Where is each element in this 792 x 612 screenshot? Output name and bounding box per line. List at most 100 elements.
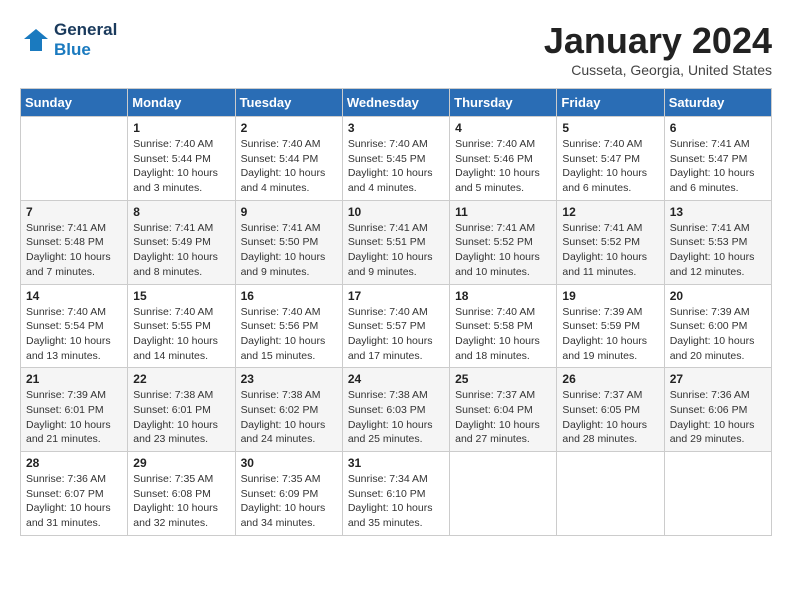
day-number: 19 xyxy=(562,289,658,303)
day-cell: 14 Sunrise: 7:40 AM Sunset: 5:54 PM Dayli… xyxy=(21,284,128,368)
page-header: General Blue January 2024 Cusseta, Georg… xyxy=(20,20,772,78)
day-info: Sunrise: 7:41 AM Sunset: 5:47 PM Dayligh… xyxy=(670,137,766,196)
day-cell: 29 Sunrise: 7:35 AM Sunset: 6:08 PM Dayli… xyxy=(128,452,235,536)
day-cell: 8Sunrise: 7:41 AM Sunset: 5:49 PM Daylig… xyxy=(128,200,235,284)
day-info: Sunrise: 7:39 AM Sunset: 6:00 PM Dayligh… xyxy=(670,305,766,364)
day-info: Sunrise: 7:40 AM Sunset: 5:57 PM Dayligh… xyxy=(348,305,444,364)
day-info: Sunrise: 7:40 AM Sunset: 5:55 PM Dayligh… xyxy=(133,305,229,364)
day-info: Sunrise: 7:38 AM Sunset: 6:03 PM Dayligh… xyxy=(348,388,444,447)
day-info: Sunrise: 7:41 AM Sunset: 5:48 PM Dayligh… xyxy=(26,221,122,280)
day-info: Sunrise: 7:40 AM Sunset: 5:56 PM Dayligh… xyxy=(241,305,337,364)
day-cell: 3 Sunrise: 7:40 AM Sunset: 5:45 PM Daylig… xyxy=(342,117,449,201)
day-number: 20 xyxy=(670,289,766,303)
day-info: Sunrise: 7:41 AM Sunset: 5:53 PM Dayligh… xyxy=(670,221,766,280)
day-info: Sunrise: 7:38 AM Sunset: 6:01 PM Dayligh… xyxy=(133,388,229,447)
day-number: 9 xyxy=(241,205,337,219)
week-row-1: 1 Sunrise: 7:40 AM Sunset: 5:44 PM Daylig… xyxy=(21,117,772,201)
day-cell: 9 Sunrise: 7:41 AM Sunset: 5:50 PM Daylig… xyxy=(235,200,342,284)
day-cell: 5Sunrise: 7:40 AM Sunset: 5:47 PM Daylig… xyxy=(557,117,664,201)
week-row-2: 7 Sunrise: 7:41 AM Sunset: 5:48 PM Daylig… xyxy=(21,200,772,284)
day-info: Sunrise: 7:41 AM Sunset: 5:49 PM Dayligh… xyxy=(133,221,229,280)
day-number: 3 xyxy=(348,121,444,135)
day-info: Sunrise: 7:40 AM Sunset: 5:47 PM Dayligh… xyxy=(562,137,658,196)
day-cell: 11 Sunrise: 7:41 AM Sunset: 5:52 PM Dayli… xyxy=(450,200,557,284)
day-number: 7 xyxy=(26,205,122,219)
header-thursday: Thursday xyxy=(450,89,557,117)
logo-icon xyxy=(20,25,50,55)
day-number: 1 xyxy=(133,121,229,135)
day-cell: 7 Sunrise: 7:41 AM Sunset: 5:48 PM Daylig… xyxy=(21,200,128,284)
day-cell: 28 Sunrise: 7:36 AM Sunset: 6:07 PM Dayli… xyxy=(21,452,128,536)
week-row-5: 28 Sunrise: 7:36 AM Sunset: 6:07 PM Dayli… xyxy=(21,452,772,536)
day-number: 24 xyxy=(348,372,444,386)
day-cell xyxy=(664,452,771,536)
day-info: Sunrise: 7:40 AM Sunset: 5:45 PM Dayligh… xyxy=(348,137,444,196)
day-info: Sunrise: 7:36 AM Sunset: 6:06 PM Dayligh… xyxy=(670,388,766,447)
header-tuesday: Tuesday xyxy=(235,89,342,117)
day-info: Sunrise: 7:37 AM Sunset: 6:04 PM Dayligh… xyxy=(455,388,551,447)
day-number: 18 xyxy=(455,289,551,303)
day-number: 16 xyxy=(241,289,337,303)
day-info: Sunrise: 7:37 AM Sunset: 6:05 PM Dayligh… xyxy=(562,388,658,447)
day-info: Sunrise: 7:40 AM Sunset: 5:44 PM Dayligh… xyxy=(133,137,229,196)
day-number: 4 xyxy=(455,121,551,135)
day-cell: 16 Sunrise: 7:40 AM Sunset: 5:56 PM Dayli… xyxy=(235,284,342,368)
day-info: Sunrise: 7:40 AM Sunset: 5:58 PM Dayligh… xyxy=(455,305,551,364)
day-info: Sunrise: 7:40 AM Sunset: 5:44 PM Dayligh… xyxy=(241,137,337,196)
day-number: 2 xyxy=(241,121,337,135)
calendar-header-row: SundayMondayTuesdayWednesdayThursdayFrid… xyxy=(21,89,772,117)
day-number: 25 xyxy=(455,372,551,386)
day-cell: 25 Sunrise: 7:37 AM Sunset: 6:04 PM Dayli… xyxy=(450,368,557,452)
day-number: 22 xyxy=(133,372,229,386)
location-subtitle: Cusseta, Georgia, United States xyxy=(544,62,772,78)
day-number: 27 xyxy=(670,372,766,386)
day-info: Sunrise: 7:39 AM Sunset: 5:59 PM Dayligh… xyxy=(562,305,658,364)
day-info: Sunrise: 7:41 AM Sunset: 5:52 PM Dayligh… xyxy=(562,221,658,280)
day-cell xyxy=(557,452,664,536)
day-number: 21 xyxy=(26,372,122,386)
day-number: 11 xyxy=(455,205,551,219)
logo-text: General Blue xyxy=(54,20,117,60)
week-row-3: 14 Sunrise: 7:40 AM Sunset: 5:54 PM Dayli… xyxy=(21,284,772,368)
day-cell: 27 Sunrise: 7:36 AM Sunset: 6:06 PM Dayli… xyxy=(664,368,771,452)
day-cell: 21 Sunrise: 7:39 AM Sunset: 6:01 PM Dayli… xyxy=(21,368,128,452)
day-info: Sunrise: 7:39 AM Sunset: 6:01 PM Dayligh… xyxy=(26,388,122,447)
day-info: Sunrise: 7:35 AM Sunset: 6:08 PM Dayligh… xyxy=(133,472,229,531)
week-row-4: 21 Sunrise: 7:39 AM Sunset: 6:01 PM Dayli… xyxy=(21,368,772,452)
header-saturday: Saturday xyxy=(664,89,771,117)
day-number: 14 xyxy=(26,289,122,303)
day-cell: 12Sunrise: 7:41 AM Sunset: 5:52 PM Dayli… xyxy=(557,200,664,284)
day-cell: 6 Sunrise: 7:41 AM Sunset: 5:47 PM Daylig… xyxy=(664,117,771,201)
day-cell: 30 Sunrise: 7:35 AM Sunset: 6:09 PM Dayli… xyxy=(235,452,342,536)
day-number: 6 xyxy=(670,121,766,135)
day-number: 17 xyxy=(348,289,444,303)
calendar-table: SundayMondayTuesdayWednesdayThursdayFrid… xyxy=(20,88,772,536)
day-info: Sunrise: 7:41 AM Sunset: 5:51 PM Dayligh… xyxy=(348,221,444,280)
day-number: 28 xyxy=(26,456,122,470)
day-info: Sunrise: 7:36 AM Sunset: 6:07 PM Dayligh… xyxy=(26,472,122,531)
header-friday: Friday xyxy=(557,89,664,117)
day-info: Sunrise: 7:41 AM Sunset: 5:52 PM Dayligh… xyxy=(455,221,551,280)
header-wednesday: Wednesday xyxy=(342,89,449,117)
day-cell: 10 Sunrise: 7:41 AM Sunset: 5:51 PM Dayli… xyxy=(342,200,449,284)
day-number: 29 xyxy=(133,456,229,470)
day-number: 31 xyxy=(348,456,444,470)
day-number: 10 xyxy=(348,205,444,219)
logo: General Blue xyxy=(20,20,117,60)
day-cell: 26Sunrise: 7:37 AM Sunset: 6:05 PM Dayli… xyxy=(557,368,664,452)
day-cell: 23 Sunrise: 7:38 AM Sunset: 6:02 PM Dayli… xyxy=(235,368,342,452)
day-cell: 19 Sunrise: 7:39 AM Sunset: 5:59 PM Dayli… xyxy=(557,284,664,368)
day-number: 13 xyxy=(670,205,766,219)
day-cell: 24 Sunrise: 7:38 AM Sunset: 6:03 PM Dayli… xyxy=(342,368,449,452)
day-info: Sunrise: 7:40 AM Sunset: 5:54 PM Dayligh… xyxy=(26,305,122,364)
day-info: Sunrise: 7:34 AM Sunset: 6:10 PM Dayligh… xyxy=(348,472,444,531)
day-cell: 1 Sunrise: 7:40 AM Sunset: 5:44 PM Daylig… xyxy=(128,117,235,201)
day-number: 30 xyxy=(241,456,337,470)
day-info: Sunrise: 7:38 AM Sunset: 6:02 PM Dayligh… xyxy=(241,388,337,447)
day-cell: 17 Sunrise: 7:40 AM Sunset: 5:57 PM Dayli… xyxy=(342,284,449,368)
day-number: 23 xyxy=(241,372,337,386)
day-info: Sunrise: 7:41 AM Sunset: 5:50 PM Dayligh… xyxy=(241,221,337,280)
day-cell xyxy=(21,117,128,201)
day-info: Sunrise: 7:35 AM Sunset: 6:09 PM Dayligh… xyxy=(241,472,337,531)
day-cell: 13 Sunrise: 7:41 AM Sunset: 5:53 PM Dayli… xyxy=(664,200,771,284)
